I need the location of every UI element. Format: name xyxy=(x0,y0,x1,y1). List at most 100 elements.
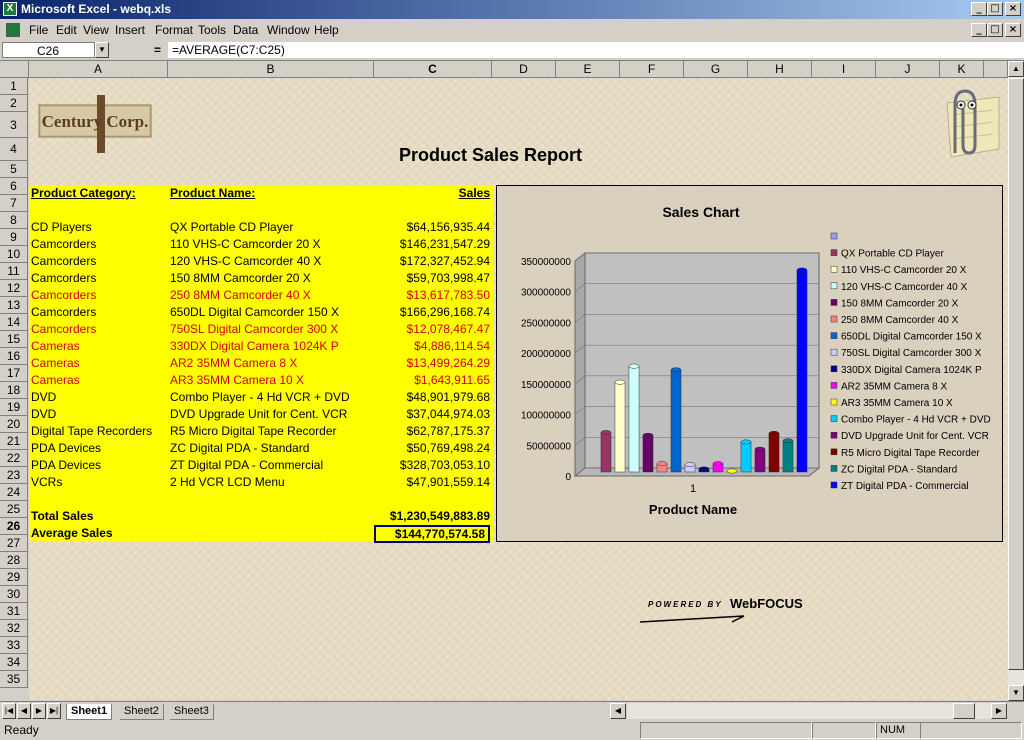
menu-view[interactable]: View xyxy=(83,23,109,37)
column-header-f[interactable]: F xyxy=(620,61,684,78)
table-cell-category[interactable]: Camcorders xyxy=(31,270,96,287)
hscroll-right-icon[interactable]: ▶ xyxy=(991,703,1007,719)
table-cell-sales[interactable]: $146,231,547.29 xyxy=(374,236,490,253)
menu-data[interactable]: Data xyxy=(233,23,258,37)
row-header-28[interactable]: 28 xyxy=(0,552,28,569)
excel-icon[interactable]: X xyxy=(3,2,17,16)
row-header-26[interactable]: 26 xyxy=(0,518,28,535)
column-header-a[interactable]: A xyxy=(29,61,168,78)
table-cell-name[interactable]: DVD Upgrade Unit for Cent. VCR xyxy=(170,406,347,423)
hscroll-left-icon[interactable]: ◀ xyxy=(610,703,626,719)
row-header-34[interactable]: 34 xyxy=(0,654,28,671)
table-cell-sales[interactable]: $48,901,979.68 xyxy=(374,389,490,406)
table-cell-category[interactable]: Camcorders xyxy=(31,236,96,253)
row-header-32[interactable]: 32 xyxy=(0,620,28,637)
column-header-g[interactable]: G xyxy=(684,61,748,78)
row-header-17[interactable]: 17 xyxy=(0,365,28,382)
table-cell-sales[interactable]: $1,643,911.65 xyxy=(374,372,490,389)
row-header-6[interactable]: 6 xyxy=(0,178,28,195)
average-sales-value-selected-cell[interactable]: $144,770,574.58 xyxy=(374,525,490,543)
row-header-11[interactable]: 11 xyxy=(0,263,28,280)
table-cell-category[interactable]: VCRs xyxy=(31,474,62,491)
table-cell-category[interactable]: Digital Tape Recorders xyxy=(31,423,152,440)
table-cell-name[interactable]: 150 8MM Camcorder 20 X xyxy=(170,270,311,287)
total-sales-label[interactable]: Total Sales xyxy=(31,508,93,525)
table-cell-name[interactable]: 120 VHS-C Camcorder 40 X xyxy=(170,253,321,270)
column-header-b[interactable]: B xyxy=(168,61,374,78)
row-header-8[interactable]: 8 xyxy=(0,212,28,229)
tab-sheet1[interactable]: Sheet1 xyxy=(66,704,113,720)
table-cell-category[interactable]: DVD xyxy=(31,389,56,406)
minimize-button[interactable]: _ xyxy=(971,2,987,16)
table-cell-category[interactable]: Cameras xyxy=(31,338,80,355)
row-header-4[interactable]: 4 xyxy=(0,138,28,161)
header-product-name[interactable]: Product Name: xyxy=(170,185,255,202)
table-cell-category[interactable]: Cameras xyxy=(31,355,80,372)
workbook-icon[interactable] xyxy=(6,23,20,37)
table-cell-category[interactable]: PDA Devices xyxy=(31,457,101,474)
maximize-button[interactable]: □ xyxy=(987,2,1003,16)
table-cell-sales[interactable]: $166,296,168.74 xyxy=(374,304,490,321)
scroll-up-icon[interactable]: ▲ xyxy=(1008,61,1024,77)
row-header-16[interactable]: 16 xyxy=(0,348,28,365)
header-product-category[interactable]: Product Category: xyxy=(31,185,136,202)
scroll-thumb[interactable] xyxy=(1008,78,1024,670)
table-cell-category[interactable]: PDA Devices xyxy=(31,440,101,457)
table-cell-sales[interactable]: $64,156,935.44 xyxy=(374,219,490,236)
column-header-d[interactable]: D xyxy=(492,61,556,78)
doc-minimize-button[interactable]: _ xyxy=(971,23,987,37)
row-header-29[interactable]: 29 xyxy=(0,569,28,586)
table-cell-category[interactable]: DVD xyxy=(31,406,56,423)
sheet-grid[interactable]: Century Corp. Product Sales Report Produ… xyxy=(29,78,1008,700)
header-sales[interactable]: Sales xyxy=(374,185,490,202)
row-header-14[interactable]: 14 xyxy=(0,314,28,331)
table-cell-sales[interactable]: $13,617,783.50 xyxy=(374,287,490,304)
table-cell-sales[interactable]: $50,769,498.24 xyxy=(374,440,490,457)
row-header-7[interactable]: 7 xyxy=(0,195,28,212)
menu-help[interactable]: Help xyxy=(314,23,339,37)
row-header-15[interactable]: 15 xyxy=(0,331,28,348)
table-cell-name[interactable]: 330DX Digital Camera 1024K P xyxy=(170,338,339,355)
row-header-30[interactable]: 30 xyxy=(0,586,28,603)
row-header-3[interactable]: 3 xyxy=(0,112,28,138)
table-cell-name[interactable]: 110 VHS-C Camcorder 20 X xyxy=(170,236,321,253)
menu-format[interactable]: Format xyxy=(155,23,193,37)
total-sales-value[interactable]: $1,230,549,883.89 xyxy=(374,508,490,525)
table-cell-name[interactable]: 750SL Digital Camcorder 300 X xyxy=(170,321,338,338)
row-header-18[interactable]: 18 xyxy=(0,382,28,399)
name-box-dropdown-icon[interactable]: ▼ xyxy=(95,42,109,58)
next-sheet-icon[interactable]: ▶ xyxy=(32,703,46,719)
scroll-down-icon[interactable]: ▼ xyxy=(1008,685,1024,701)
row-header-25[interactable]: 25 xyxy=(0,501,28,518)
average-sales-label[interactable]: Average Sales xyxy=(31,525,113,542)
row-header-12[interactable]: 12 xyxy=(0,280,28,297)
table-cell-name[interactable]: AR3 35MM Camera 10 X xyxy=(170,372,304,389)
table-cell-name[interactable]: ZT Digital PDA - Commercial xyxy=(170,457,323,474)
table-cell-name[interactable]: ZC Digital PDA - Standard xyxy=(170,440,309,457)
row-header-2[interactable]: 2 xyxy=(0,95,28,112)
row-header-5[interactable]: 5 xyxy=(0,161,28,178)
menu-insert[interactable]: Insert xyxy=(115,23,145,37)
table-cell-name[interactable]: 250 8MM Camcorder 40 X xyxy=(170,287,311,304)
doc-close-button[interactable]: × xyxy=(1005,23,1021,37)
menu-window[interactable]: Window xyxy=(267,23,310,37)
table-cell-category[interactable]: Camcorders xyxy=(31,253,96,270)
table-cell-category[interactable]: Camcorders xyxy=(31,287,96,304)
menu-edit[interactable]: Edit xyxy=(56,23,77,37)
menu-tools[interactable]: Tools xyxy=(198,23,226,37)
row-header-13[interactable]: 13 xyxy=(0,297,28,314)
table-cell-sales[interactable]: $4,886,114.54 xyxy=(374,338,490,355)
office-assistant-clippy-icon[interactable] xyxy=(933,83,1003,163)
row-header-23[interactable]: 23 xyxy=(0,467,28,484)
column-header-e[interactable]: E xyxy=(556,61,620,78)
table-cell-sales[interactable]: $47,901,559.14 xyxy=(374,474,490,491)
table-cell-sales[interactable]: $37,044,974.03 xyxy=(374,406,490,423)
table-cell-category[interactable]: Camcorders xyxy=(31,321,96,338)
row-header-22[interactable]: 22 xyxy=(0,450,28,467)
row-header-9[interactable]: 9 xyxy=(0,229,28,246)
table-cell-name[interactable]: 650DL Digital Camcorder 150 X xyxy=(170,304,339,321)
horizontal-scrollbar-track[interactable] xyxy=(627,703,991,719)
select-all-corner[interactable] xyxy=(0,61,29,78)
formula-input[interactable]: =AVERAGE(C7:C25) xyxy=(168,42,1024,58)
hscroll-thumb[interactable] xyxy=(953,703,975,719)
